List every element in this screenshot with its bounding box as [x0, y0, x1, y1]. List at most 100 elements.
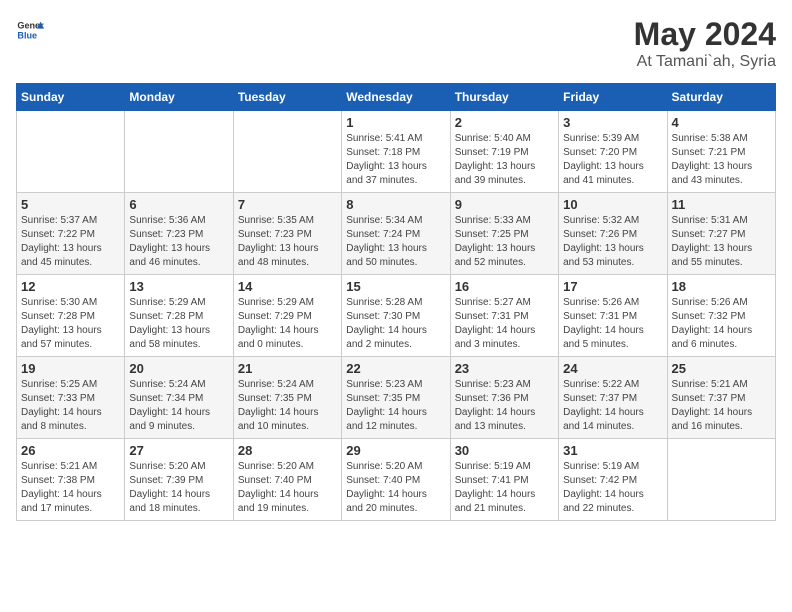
- day-info: Sunrise: 5:25 AM Sunset: 7:33 PM Dayligh…: [21, 378, 120, 434]
- day-cell: 6 Sunrise: 5:36 AM Sunset: 7:23 PM Daylig…: [125, 193, 233, 275]
- title-block: May 2024 At Tamani`ah, Syria: [634, 16, 776, 71]
- day-cell: 17Sunrise: 5:26 AM Sunset: 7:31 PM Dayli…: [559, 275, 667, 357]
- day-number: 22: [346, 361, 445, 376]
- day-info: Sunrise: 5:19 AM Sunset: 7:42 PM Dayligh…: [563, 460, 662, 516]
- day-cell: 12 Sunrise: 5:30 AM Sunset: 7:28 PM Dayli…: [17, 275, 125, 357]
- day-header-sunday: Sunday: [17, 84, 125, 111]
- day-cell: 24 Sunrise: 5:22 AM Sunset: 7:37 PM Dayli…: [559, 357, 667, 439]
- day-info: Sunrise: 5:24 AM Sunset: 7:35 PM Dayligh…: [238, 378, 337, 434]
- day-cell: 13 Sunrise: 5:29 AM Sunset: 7:28 PM Dayli…: [125, 275, 233, 357]
- day-number: 31: [563, 443, 662, 458]
- day-number: 3: [563, 115, 662, 130]
- day-number: 18: [672, 279, 771, 294]
- day-cell: 21 Sunrise: 5:24 AM Sunset: 7:35 PM Dayli…: [233, 357, 341, 439]
- day-number: 29: [346, 443, 445, 458]
- day-cell: [667, 439, 775, 521]
- day-cell: 18 Sunrise: 5:26 AM Sunset: 7:32 PM Dayli…: [667, 275, 775, 357]
- day-number: 30: [455, 443, 554, 458]
- day-info: Sunrise: 5:22 AM Sunset: 7:37 PM Dayligh…: [563, 378, 662, 434]
- day-info: Sunrise: 5:36 AM Sunset: 7:23 PM Dayligh…: [129, 214, 228, 270]
- day-info: Sunrise: 5:19 AM Sunset: 7:41 PM Dayligh…: [455, 460, 554, 516]
- day-header-thursday: Thursday: [450, 84, 558, 111]
- day-info: Sunrise: 5:21 AM Sunset: 7:38 PM Dayligh…: [21, 460, 120, 516]
- month-year: May 2024: [634, 16, 776, 53]
- day-info: Sunrise: 5:38 AM Sunset: 7:21 PM Dayligh…: [672, 132, 771, 188]
- calendar-header: SundayMondayTuesdayWednesdayThursdayFrid…: [17, 84, 776, 111]
- day-info: Sunrise: 5:31 AM Sunset: 7:27 PM Dayligh…: [672, 214, 771, 270]
- day-header-tuesday: Tuesday: [233, 84, 341, 111]
- day-cell: 9Sunrise: 5:33 AM Sunset: 7:25 PM Daylig…: [450, 193, 558, 275]
- week-row-4: 19Sunrise: 5:25 AM Sunset: 7:33 PM Dayli…: [17, 357, 776, 439]
- day-cell: 28 Sunrise: 5:20 AM Sunset: 7:40 PM Dayli…: [233, 439, 341, 521]
- day-number: 23: [455, 361, 554, 376]
- day-info: Sunrise: 5:30 AM Sunset: 7:28 PM Dayligh…: [21, 296, 120, 352]
- day-number: 8: [346, 197, 445, 212]
- day-number: 16: [455, 279, 554, 294]
- logo-icon: General Blue: [16, 16, 44, 44]
- day-cell: [233, 111, 341, 193]
- day-cell: 7Sunrise: 5:35 AM Sunset: 7:23 PM Daylig…: [233, 193, 341, 275]
- day-cell: 3 Sunrise: 5:39 AM Sunset: 7:20 PM Daylig…: [559, 111, 667, 193]
- header: General Blue May 2024 At Tamani`ah, Syri…: [16, 16, 776, 71]
- day-number: 4: [672, 115, 771, 130]
- day-number: 25: [672, 361, 771, 376]
- day-info: Sunrise: 5:39 AM Sunset: 7:20 PM Dayligh…: [563, 132, 662, 188]
- day-cell: 23Sunrise: 5:23 AM Sunset: 7:36 PM Dayli…: [450, 357, 558, 439]
- day-number: 11: [672, 197, 771, 212]
- day-info: Sunrise: 5:32 AM Sunset: 7:26 PM Dayligh…: [563, 214, 662, 270]
- day-info: Sunrise: 5:40 AM Sunset: 7:19 PM Dayligh…: [455, 132, 554, 188]
- day-number: 10: [563, 197, 662, 212]
- day-info: Sunrise: 5:21 AM Sunset: 7:37 PM Dayligh…: [672, 378, 771, 434]
- logo: General Blue: [16, 16, 44, 44]
- day-info: Sunrise: 5:20 AM Sunset: 7:40 PM Dayligh…: [238, 460, 337, 516]
- day-cell: 2Sunrise: 5:40 AM Sunset: 7:19 PM Daylig…: [450, 111, 558, 193]
- location: At Tamani`ah, Syria: [634, 53, 776, 71]
- day-cell: 14 Sunrise: 5:29 AM Sunset: 7:29 PM Dayli…: [233, 275, 341, 357]
- day-cell: 29 Sunrise: 5:20 AM Sunset: 7:40 PM Dayli…: [342, 439, 450, 521]
- day-info: Sunrise: 5:20 AM Sunset: 7:39 PM Dayligh…: [129, 460, 228, 516]
- day-number: 28: [238, 443, 337, 458]
- day-cell: 1 Sunrise: 5:41 AM Sunset: 7:18 PM Daylig…: [342, 111, 450, 193]
- day-info: Sunrise: 5:35 AM Sunset: 7:23 PM Dayligh…: [238, 214, 337, 270]
- calendar-body: 1 Sunrise: 5:41 AM Sunset: 7:18 PM Daylig…: [17, 111, 776, 521]
- day-cell: 25 Sunrise: 5:21 AM Sunset: 7:37 PM Dayli…: [667, 357, 775, 439]
- header-row: SundayMondayTuesdayWednesdayThursdayFrid…: [17, 84, 776, 111]
- day-info: Sunrise: 5:37 AM Sunset: 7:22 PM Dayligh…: [21, 214, 120, 270]
- day-number: 27: [129, 443, 228, 458]
- day-number: 12: [21, 279, 120, 294]
- calendar-table: SundayMondayTuesdayWednesdayThursdayFrid…: [16, 83, 776, 521]
- day-number: 13: [129, 279, 228, 294]
- day-number: 21: [238, 361, 337, 376]
- day-number: 5: [21, 197, 120, 212]
- week-row-1: 1 Sunrise: 5:41 AM Sunset: 7:18 PM Daylig…: [17, 111, 776, 193]
- day-cell: 4 Sunrise: 5:38 AM Sunset: 7:21 PM Daylig…: [667, 111, 775, 193]
- day-cell: [17, 111, 125, 193]
- svg-text:Blue: Blue: [17, 30, 37, 40]
- day-cell: 22 Sunrise: 5:23 AM Sunset: 7:35 PM Dayli…: [342, 357, 450, 439]
- week-row-2: 5 Sunrise: 5:37 AM Sunset: 7:22 PM Daylig…: [17, 193, 776, 275]
- day-number: 24: [563, 361, 662, 376]
- day-cell: 30 Sunrise: 5:19 AM Sunset: 7:41 PM Dayli…: [450, 439, 558, 521]
- day-info: Sunrise: 5:29 AM Sunset: 7:29 PM Dayligh…: [238, 296, 337, 352]
- day-cell: 5 Sunrise: 5:37 AM Sunset: 7:22 PM Daylig…: [17, 193, 125, 275]
- day-header-saturday: Saturday: [667, 84, 775, 111]
- day-cell: 20Sunrise: 5:24 AM Sunset: 7:34 PM Dayli…: [125, 357, 233, 439]
- day-info: Sunrise: 5:23 AM Sunset: 7:35 PM Dayligh…: [346, 378, 445, 434]
- day-number: 14: [238, 279, 337, 294]
- day-cell: 15Sunrise: 5:28 AM Sunset: 7:30 PM Dayli…: [342, 275, 450, 357]
- day-cell: 8Sunrise: 5:34 AM Sunset: 7:24 PM Daylig…: [342, 193, 450, 275]
- day-number: 17: [563, 279, 662, 294]
- day-number: 15: [346, 279, 445, 294]
- day-number: 9: [455, 197, 554, 212]
- day-cell: [125, 111, 233, 193]
- day-info: Sunrise: 5:26 AM Sunset: 7:32 PM Dayligh…: [672, 296, 771, 352]
- day-cell: 11 Sunrise: 5:31 AM Sunset: 7:27 PM Dayli…: [667, 193, 775, 275]
- day-info: Sunrise: 5:24 AM Sunset: 7:34 PM Dayligh…: [129, 378, 228, 434]
- day-header-monday: Monday: [125, 84, 233, 111]
- day-info: Sunrise: 5:29 AM Sunset: 7:28 PM Dayligh…: [129, 296, 228, 352]
- day-number: 6: [129, 197, 228, 212]
- day-info: Sunrise: 5:20 AM Sunset: 7:40 PM Dayligh…: [346, 460, 445, 516]
- day-number: 26: [21, 443, 120, 458]
- day-info: Sunrise: 5:41 AM Sunset: 7:18 PM Dayligh…: [346, 132, 445, 188]
- day-number: 1: [346, 115, 445, 130]
